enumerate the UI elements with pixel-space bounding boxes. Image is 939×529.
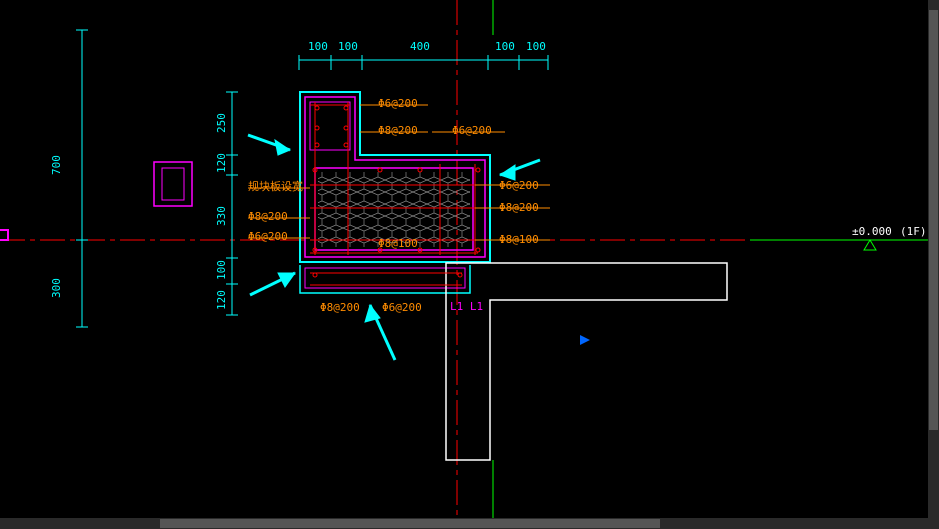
level-elevation: ±0.000 [852, 225, 892, 238]
wall-label: L1 L1 [450, 300, 483, 313]
play-icon[interactable] [580, 335, 590, 345]
rebar-r1: Φ6@200 [378, 97, 418, 110]
rebar-r6: Φ6@200 [248, 230, 288, 243]
rebar-r2: Φ8@200 [378, 124, 418, 137]
dim-left-700: 700 [50, 155, 63, 175]
dim-inner-250: 250 [215, 113, 228, 133]
dim-left-300: 300 [50, 278, 63, 298]
rebar-r4: 规块板设宽 [248, 179, 303, 193]
dim-inner-330: 330 [215, 206, 228, 226]
cyan-arrow-2 [500, 160, 540, 180]
rebar-r7: Φ6@200 [499, 179, 539, 192]
left-outer-dimensions: 700 300 [50, 30, 88, 327]
level-floor: (1F) [900, 225, 927, 238]
magenta-marker-left [0, 230, 8, 240]
magenta-element-left [154, 162, 192, 206]
rebar-r8: Φ8@200 [499, 201, 539, 214]
dim-inner-100: 100 [215, 260, 228, 280]
scrollbar-thumb-h[interactable] [160, 519, 660, 528]
dim-top-5: 100 [526, 40, 546, 53]
level-marker: ±0.000 (1F) [850, 225, 927, 250]
section-outline-bottom [300, 265, 470, 293]
dim-top-1: 100 [308, 40, 328, 53]
dim-inner-120a: 120 [215, 153, 228, 173]
rebar-r12: Φ6@200 [382, 301, 422, 314]
left-inner-dimensions: 250 120 330 100 120 [215, 92, 238, 315]
rebar-r5: Φ8@200 [248, 210, 288, 223]
dim-inner-120b: 120 [215, 290, 228, 310]
scrollbar-thumb-v[interactable] [929, 10, 938, 430]
wall-section [446, 263, 727, 460]
rebar-r11: Φ8@200 [320, 301, 360, 314]
cyan-arrow-1 [248, 135, 290, 155]
top-dimensions: 100 100 400 100 100 [299, 40, 548, 70]
dim-top-3: 400 [410, 40, 430, 53]
rebar-r10: Φ8@100 [378, 237, 418, 250]
rebar-r9: Φ8@100 [499, 233, 539, 246]
rebar-r3: Φ6@200 [452, 124, 492, 137]
dim-top-4: 100 [495, 40, 515, 53]
dim-top-2: 100 [338, 40, 358, 53]
cyan-arrow-3 [250, 273, 295, 295]
hex-hatch-fill [318, 172, 470, 247]
